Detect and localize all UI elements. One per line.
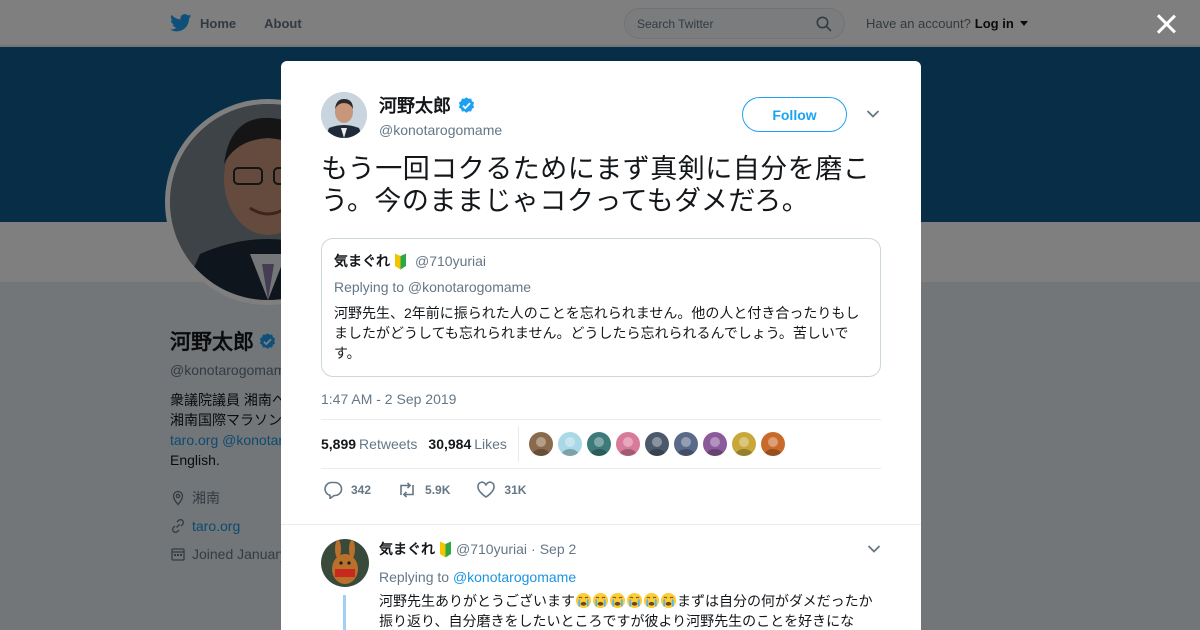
liker-avatar[interactable] xyxy=(528,432,553,456)
liker-avatar[interactable] xyxy=(557,432,582,456)
retweets-label: Retweets xyxy=(359,436,418,452)
like-count: 31K xyxy=(504,483,527,497)
crying-face-emoji-icon xyxy=(609,592,626,609)
quoted-header: 気まぐれ @710yuriai xyxy=(334,251,868,271)
reply-replying-to: Replying to @konotarogomame xyxy=(379,569,879,585)
likes-stat[interactable]: 30,984 Likes xyxy=(428,436,507,452)
tweet-modal: 河野太郎 @konotarogomame Follow もう一回コクるためにまず… xyxy=(281,61,921,630)
liker-avatar[interactable] xyxy=(586,432,611,456)
tweet-actions: 342 5.9K 31K xyxy=(323,481,552,499)
liker-avatar[interactable] xyxy=(644,432,669,456)
liker-avatar[interactable] xyxy=(615,432,640,456)
chevron-down-icon[interactable] xyxy=(866,109,880,119)
reply-author-handle[interactable]: @710yuriai xyxy=(456,541,527,557)
crying-face-emoji-icon xyxy=(643,592,660,609)
author-name-text: 河野太郎 xyxy=(379,96,451,116)
tweet-header: 河野太郎 @konotarogomame xyxy=(321,92,502,138)
replying-prefix: Replying to xyxy=(379,569,450,585)
quoted-author-handle: @710yuriai xyxy=(415,253,487,269)
reply-author-name[interactable]: 気まぐれ xyxy=(379,539,435,559)
tweet-text: もう一回コクるためにまず真剣に自分を磨こう。今のままじゃコクってもダメだろ。 xyxy=(321,154,871,216)
thread-line xyxy=(343,595,346,630)
reply-text-start: 河野先生ありがとうございます xyxy=(379,593,575,609)
chevron-down-icon[interactable] xyxy=(867,544,881,554)
heart-icon xyxy=(477,481,496,498)
divider xyxy=(281,524,921,525)
liker-avatars xyxy=(528,432,785,456)
liker-avatar[interactable] xyxy=(760,432,785,456)
quoted-tweet[interactable]: 気まぐれ @710yuriai Replying to @konotarogom… xyxy=(321,238,881,377)
quoted-author-name: 気まぐれ xyxy=(334,253,390,269)
beginner-mark-icon xyxy=(395,253,406,269)
retweet-icon xyxy=(400,482,414,498)
follow-button[interactable]: Follow xyxy=(742,97,847,132)
verified-badge-icon xyxy=(458,96,475,113)
beginner-mark-icon xyxy=(440,541,451,557)
quoted-text: 河野先生、2年前に振られた人のことを忘れられません。他の人と付き合ったりもしまし… xyxy=(334,305,860,361)
reply-dot: · xyxy=(531,541,536,557)
likes-label: Likes xyxy=(474,436,507,452)
replying-handle-link[interactable]: @konotarogomame xyxy=(453,569,576,585)
author-avatar[interactable] xyxy=(321,92,367,138)
crying-face-emoji-icon xyxy=(575,592,592,609)
quoted-replying-to: Replying to @konotarogomame xyxy=(334,279,532,295)
crying-face-emojis xyxy=(575,592,677,609)
liker-avatar[interactable] xyxy=(673,432,698,456)
crying-face-emoji-icon xyxy=(660,592,677,609)
author-name[interactable]: 河野太郎 xyxy=(379,92,502,118)
likes-count: 30,984 xyxy=(428,436,472,452)
stats-divider xyxy=(517,426,519,462)
tweet-stats: 5,899 Retweets 30,984 Likes xyxy=(321,419,881,469)
reply-date[interactable]: Sep 2 xyxy=(540,541,577,557)
author-handle[interactable]: @konotarogomame xyxy=(379,122,502,138)
reply-author-avatar[interactable] xyxy=(321,539,369,587)
retweet-button[interactable]: 5.9K xyxy=(397,481,450,499)
like-button[interactable]: 31K xyxy=(476,481,526,499)
author-names: 河野太郎 @konotarogomame xyxy=(379,92,502,138)
reply-icon xyxy=(324,481,343,499)
crying-face-emoji-icon xyxy=(592,592,609,609)
retweets-stat[interactable]: 5,899 Retweets xyxy=(321,436,417,452)
tweet-timestamp[interactable]: 1:47 AM - 2 Sep 2019 xyxy=(321,391,456,407)
reply-button[interactable]: 342 xyxy=(323,481,371,499)
reply-content: 気まぐれ @710yuriai · Sep 2 Replying to @kon… xyxy=(379,539,879,630)
reply-header: 気まぐれ @710yuriai · Sep 2 xyxy=(379,539,879,559)
liker-avatar[interactable] xyxy=(702,432,727,456)
retweets-count: 5,899 xyxy=(321,436,357,452)
crying-face-emoji-icon xyxy=(626,592,643,609)
retweet-count: 5.9K xyxy=(425,483,451,497)
liker-avatar[interactable] xyxy=(731,432,756,456)
close-icon[interactable] xyxy=(1152,10,1180,38)
reply-text: 河野先生ありがとうございます まずは自分の何がダメだったか振り返り、自分磨きをした… xyxy=(379,591,879,630)
reply-count: 342 xyxy=(351,483,372,497)
